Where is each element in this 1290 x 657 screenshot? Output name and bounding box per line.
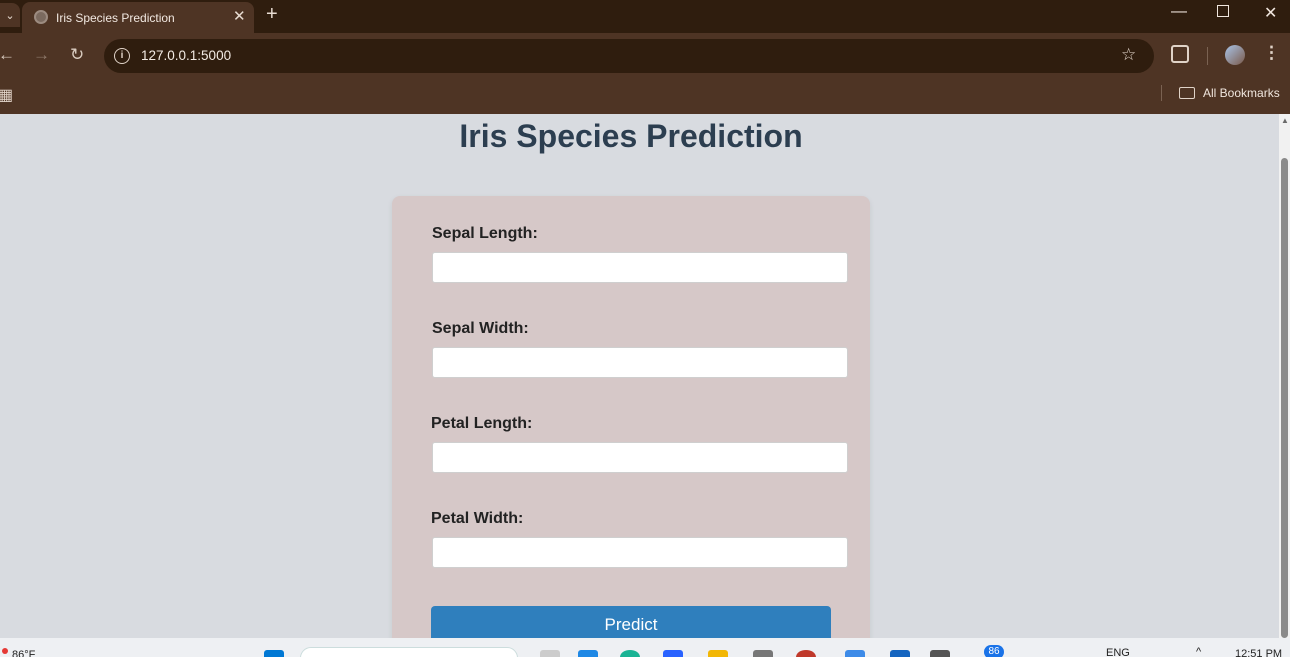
prediction-form: Sepal Length: Sepal Width: Petal Length:… [392,196,870,638]
tab-search-button[interactable]: ⌄ [0,3,20,27]
petal-length-input[interactable] [432,442,848,473]
windows-start-icon[interactable] [264,650,284,657]
app-icon[interactable] [663,650,683,657]
url-text[interactable]: 127.0.0.1:5000 [141,48,231,63]
tab-title: Iris Species Prediction [56,11,175,25]
extensions-icon[interactable] [1171,45,1189,63]
predict-button[interactable]: Predict [431,606,831,638]
petal-width-input[interactable] [432,537,848,568]
sepal-length-input[interactable] [432,252,848,283]
sepal-width-input[interactable] [432,347,848,378]
bookmarks-bar: ▦ All Bookmarks [0,79,1290,114]
weather-temp[interactable]: 86°F [12,649,35,657]
address-bar[interactable]: i 127.0.0.1:5000 ☆ [104,39,1154,73]
notification-badge: 86 [984,645,1004,657]
browser-tab[interactable]: Iris Species Prediction ✕ [22,2,254,33]
taskbar-search[interactable] [300,647,518,657]
menu-kebab-icon[interactable]: ⋮ [1263,43,1280,63]
tray-chevron-icon[interactable]: ^ [1196,646,1201,657]
petal-length-label: Petal Length: [431,415,533,432]
app-icon[interactable] [845,650,865,657]
edge-icon[interactable] [620,650,640,657]
sepal-width-label: Sepal Width: [432,320,529,337]
apps-grid-icon[interactable]: ▦ [0,85,13,105]
site-info-icon[interactable]: i [114,48,130,64]
close-window-button[interactable]: ✕ [1264,3,1277,23]
back-arrow-icon[interactable]: ← [0,45,15,65]
file-explorer-icon[interactable] [708,650,728,657]
new-tab-button[interactable]: + [266,3,278,26]
page-scrollbar[interactable]: ▲ [1279,114,1290,638]
app-icon[interactable] [930,650,950,657]
clock[interactable]: 12:51 PM [1235,648,1282,657]
browser-titlebar: ⌄ Iris Species Prediction ✕ + — ✕ [0,0,1290,33]
globe-icon [34,10,48,24]
bookmark-star-icon[interactable]: ☆ [1121,45,1136,65]
petal-width-label: Petal Width: [431,510,524,527]
page-content: Iris Species Prediction Sepal Length: Se… [0,114,1279,638]
reload-icon[interactable]: ↻ [70,45,84,65]
sepal-length-label: Sepal Length: [432,225,538,242]
toolbar-divider [1207,47,1208,65]
page-title: Iris Species Prediction [459,118,803,154]
scroll-up-icon[interactable]: ▲ [1281,116,1289,125]
minimize-button[interactable]: — [1171,3,1187,21]
forward-arrow-icon[interactable]: → [33,45,50,65]
maximize-button[interactable] [1217,5,1229,17]
bookmarks-divider [1161,85,1162,101]
task-view-icon[interactable] [540,650,560,657]
browser-toolbar: ← → ↻ i 127.0.0.1:5000 ☆ ⋮ [0,33,1290,79]
app-icon[interactable] [753,650,773,657]
weather-alert-icon [2,648,8,654]
mail-icon[interactable] [578,650,598,657]
chrome-icon[interactable] [796,650,816,657]
language-indicator[interactable]: ENG [1106,647,1130,657]
close-tab-icon[interactable]: ✕ [233,7,246,25]
scrollbar-thumb[interactable] [1281,158,1288,638]
all-bookmarks-link[interactable]: All Bookmarks [1203,86,1280,100]
windows-taskbar: 86°F 86 ENG ^ 12:51 PM [0,638,1290,657]
profile-avatar[interactable] [1225,45,1245,65]
folder-icon[interactable] [1179,87,1195,99]
vscode-icon[interactable] [890,650,910,657]
